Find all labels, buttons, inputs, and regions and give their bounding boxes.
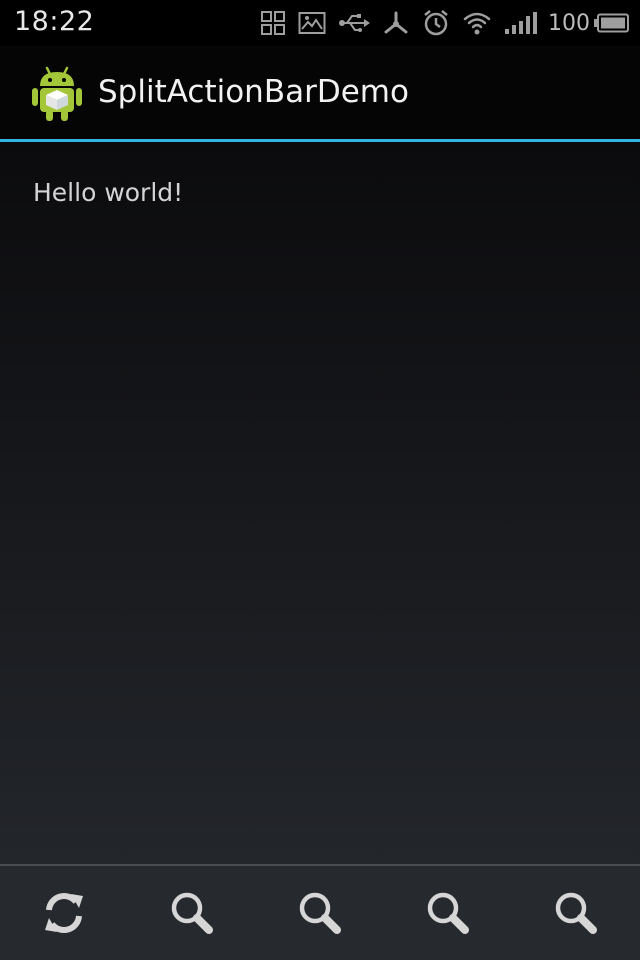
app-title: SplitActionBarDemo [98, 74, 409, 110]
search-button-1[interactable] [128, 866, 256, 960]
search-icon [555, 892, 597, 934]
refresh-button[interactable] [0, 866, 128, 960]
search-button-4[interactable] [512, 866, 640, 960]
action-bar: SplitActionBarDemo [0, 46, 640, 139]
content-area: Hello world! [0, 142, 640, 864]
battery-level: 100 [548, 10, 590, 36]
debug-icon [384, 11, 408, 34]
wifi-icon [463, 12, 491, 35]
alarm-icon [424, 10, 448, 36]
battery-icon [594, 13, 629, 33]
status-icons: 100 [248, 8, 630, 38]
grid-icon [261, 11, 285, 35]
search-icon [427, 892, 469, 934]
status-bar: 18:22 100 [0, 0, 640, 46]
hello-text: Hello world! [33, 178, 184, 207]
status-time: 18:22 [14, 6, 95, 37]
search-button-2[interactable] [256, 866, 384, 960]
screen: 18:22 100 SplitActionBarDemo Hello world… [0, 0, 640, 960]
signal-icon [505, 12, 537, 34]
android-icon[interactable] [30, 64, 84, 122]
search-icon [299, 892, 341, 934]
image-icon [298, 12, 326, 34]
usb-icon [339, 14, 370, 32]
search-button-3[interactable] [384, 866, 512, 960]
split-action-bar [0, 864, 640, 960]
refresh-icon [45, 893, 83, 933]
search-icon [171, 892, 213, 934]
